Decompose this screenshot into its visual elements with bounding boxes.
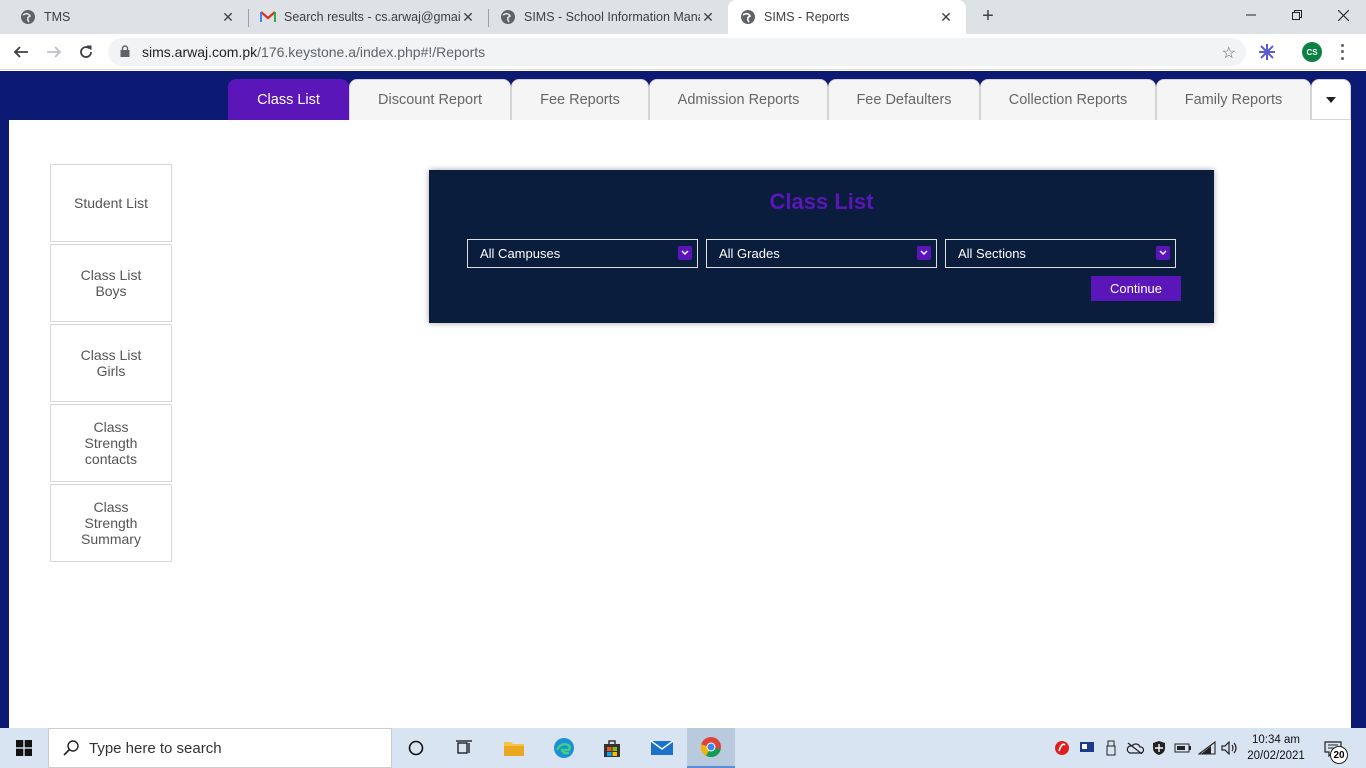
browser-tab-tms[interactable]: TMS ✕ — [8, 0, 248, 34]
browser-tab-strip: TMS ✕ Search results - cs.arwaj@gmail.c … — [0, 0, 1366, 34]
browser-tab-title: Search results - cs.arwaj@gmail.c — [284, 10, 460, 24]
close-window-icon[interactable] — [1320, 0, 1366, 30]
clock-date: 20/02/2021 — [1247, 750, 1305, 762]
globe-icon — [20, 9, 36, 25]
tab-discount-report[interactable]: Discount Report — [349, 79, 511, 120]
windows-start-icon[interactable] — [0, 728, 48, 768]
grade-select[interactable]: All Grades — [706, 239, 937, 268]
sidenav-item-class-strength-contacts[interactable]: Class Strength contacts — [50, 404, 172, 482]
class-list-panel: Class List All Campuses All Grades All S… — [429, 170, 1214, 323]
lock-icon — [120, 44, 134, 60]
bookmark-star-icon[interactable]: ☆ — [1222, 43, 1236, 63]
section-select[interactable]: All Sections — [945, 239, 1176, 268]
more-tabs-dropdown[interactable] — [1311, 79, 1351, 120]
sidenav-item-student-list[interactable]: Student List — [50, 164, 172, 242]
chevron-down-icon — [1156, 246, 1170, 260]
edge-icon[interactable] — [540, 728, 588, 768]
browser-toolbar: sims.arwaj.com.pk/176.keystone.a/index.p… — [0, 34, 1366, 70]
sidenav-item-class-list-girls[interactable]: Class List Girls — [50, 324, 172, 402]
tab-collection-reports[interactable]: Collection Reports — [980, 79, 1156, 120]
main-content: Student List Class List Boys Class List … — [9, 120, 1351, 728]
antivirus-tray-icon[interactable] — [1052, 738, 1072, 758]
grade-select-value: All Grades — [719, 246, 780, 261]
usb-icon[interactable] — [1101, 738, 1121, 758]
address-bar[interactable]: sims.arwaj.com.pk/176.keystone.a/index.p… — [108, 38, 1246, 66]
profile-avatar[interactable]: CS — [1302, 42, 1322, 62]
windows-taskbar: Type here to search 10:34 am 20/02/2021 … — [0, 728, 1366, 768]
browser-tab-title: SIMS - School Information Mana — [524, 10, 700, 24]
report-tabs: Class List Discount Report Fee Reports A… — [228, 79, 1311, 120]
chrome-icon[interactable] — [687, 728, 735, 768]
sidenav-item-class-list-boys[interactable]: Class List Boys — [50, 244, 172, 322]
taskbar-clock[interactable]: 10:34 am 20/02/2021 — [1240, 732, 1312, 764]
continue-button[interactable]: Continue — [1091, 276, 1181, 301]
mail-icon[interactable] — [638, 728, 686, 768]
close-tab-icon[interactable]: ✕ — [700, 9, 716, 26]
report-sidenav: Student List Class List Boys Class List … — [50, 164, 172, 564]
browser-tab-title: SIMS - Reports — [764, 10, 850, 24]
page-background: Class List Discount Report Fee Reports A… — [0, 71, 1366, 728]
tab-fee-reports[interactable]: Fee Reports — [511, 79, 649, 120]
taskbar-search-box[interactable]: Type here to search — [48, 728, 392, 768]
close-tab-icon[interactable]: ✕ — [460, 9, 476, 26]
globe-icon — [740, 9, 756, 25]
notification-center-icon[interactable]: 20 — [1322, 738, 1348, 764]
task-view-icon[interactable] — [440, 728, 488, 768]
clock-time: 10:34 am — [1252, 734, 1300, 746]
wifi-icon[interactable] — [1197, 738, 1217, 758]
notification-count-badge: 20 — [1330, 746, 1348, 764]
file-explorer-icon[interactable] — [490, 728, 538, 768]
chevron-down-icon — [678, 246, 692, 260]
campus-select-value: All Campuses — [480, 246, 561, 261]
cortana-icon[interactable] — [392, 728, 440, 768]
new-tab-icon[interactable]: + — [977, 5, 999, 27]
battery-icon[interactable] — [1173, 738, 1193, 758]
minimize-icon[interactable] — [1228, 0, 1274, 30]
app-tray-icon[interactable] — [1077, 738, 1097, 758]
volume-icon[interactable] — [1220, 738, 1240, 758]
browser-tab-reports[interactable]: SIMS - Reports ✕ — [728, 0, 966, 34]
section-select-value: All Sections — [958, 246, 1026, 261]
microsoft-store-icon[interactable] — [588, 728, 636, 768]
extension-icon[interactable] — [1257, 42, 1277, 62]
panel-title: Class List — [769, 189, 874, 214]
globe-icon — [500, 9, 516, 25]
back-icon[interactable] — [9, 40, 33, 64]
browser-tab-sims[interactable]: SIMS - School Information Mana ✕ — [488, 0, 728, 34]
forward-icon[interactable] — [42, 40, 66, 64]
close-tab-icon[interactable]: ✕ — [938, 9, 954, 26]
chevron-down-icon — [1326, 96, 1336, 103]
browser-tab-title: TMS — [44, 10, 71, 24]
security-shield-icon[interactable] — [1149, 738, 1169, 758]
sidenav-item-class-strength-summary[interactable]: Class Strength Summary — [50, 484, 172, 562]
browser-tab-gmail[interactable]: Search results - cs.arwaj@gmail.c ✕ — [248, 0, 488, 34]
chevron-down-icon — [917, 246, 931, 260]
browser-menu-icon[interactable] — [1336, 42, 1348, 62]
tab-family-reports[interactable]: Family Reports — [1156, 79, 1311, 120]
gmail-icon — [260, 9, 276, 25]
tab-class-list[interactable]: Class List — [228, 79, 349, 120]
restore-icon[interactable] — [1274, 0, 1320, 30]
url-path: /176.keystone.a/index.php#!/Reports — [257, 44, 486, 60]
url-host: sims.arwaj.com.pk — [142, 44, 258, 60]
scrollbar[interactable] — [1358, 71, 1366, 728]
tab-admission-reports[interactable]: Admission Reports — [649, 79, 828, 120]
close-tab-icon[interactable]: ✕ — [220, 9, 236, 26]
reload-icon[interactable] — [74, 40, 98, 64]
onedrive-icon[interactable] — [1125, 738, 1145, 758]
search-icon — [63, 740, 79, 756]
taskbar-search-placeholder: Type here to search — [89, 739, 222, 757]
tab-fee-defaulters[interactable]: Fee Defaulters — [828, 79, 980, 120]
campus-select[interactable]: All Campuses — [467, 239, 698, 268]
